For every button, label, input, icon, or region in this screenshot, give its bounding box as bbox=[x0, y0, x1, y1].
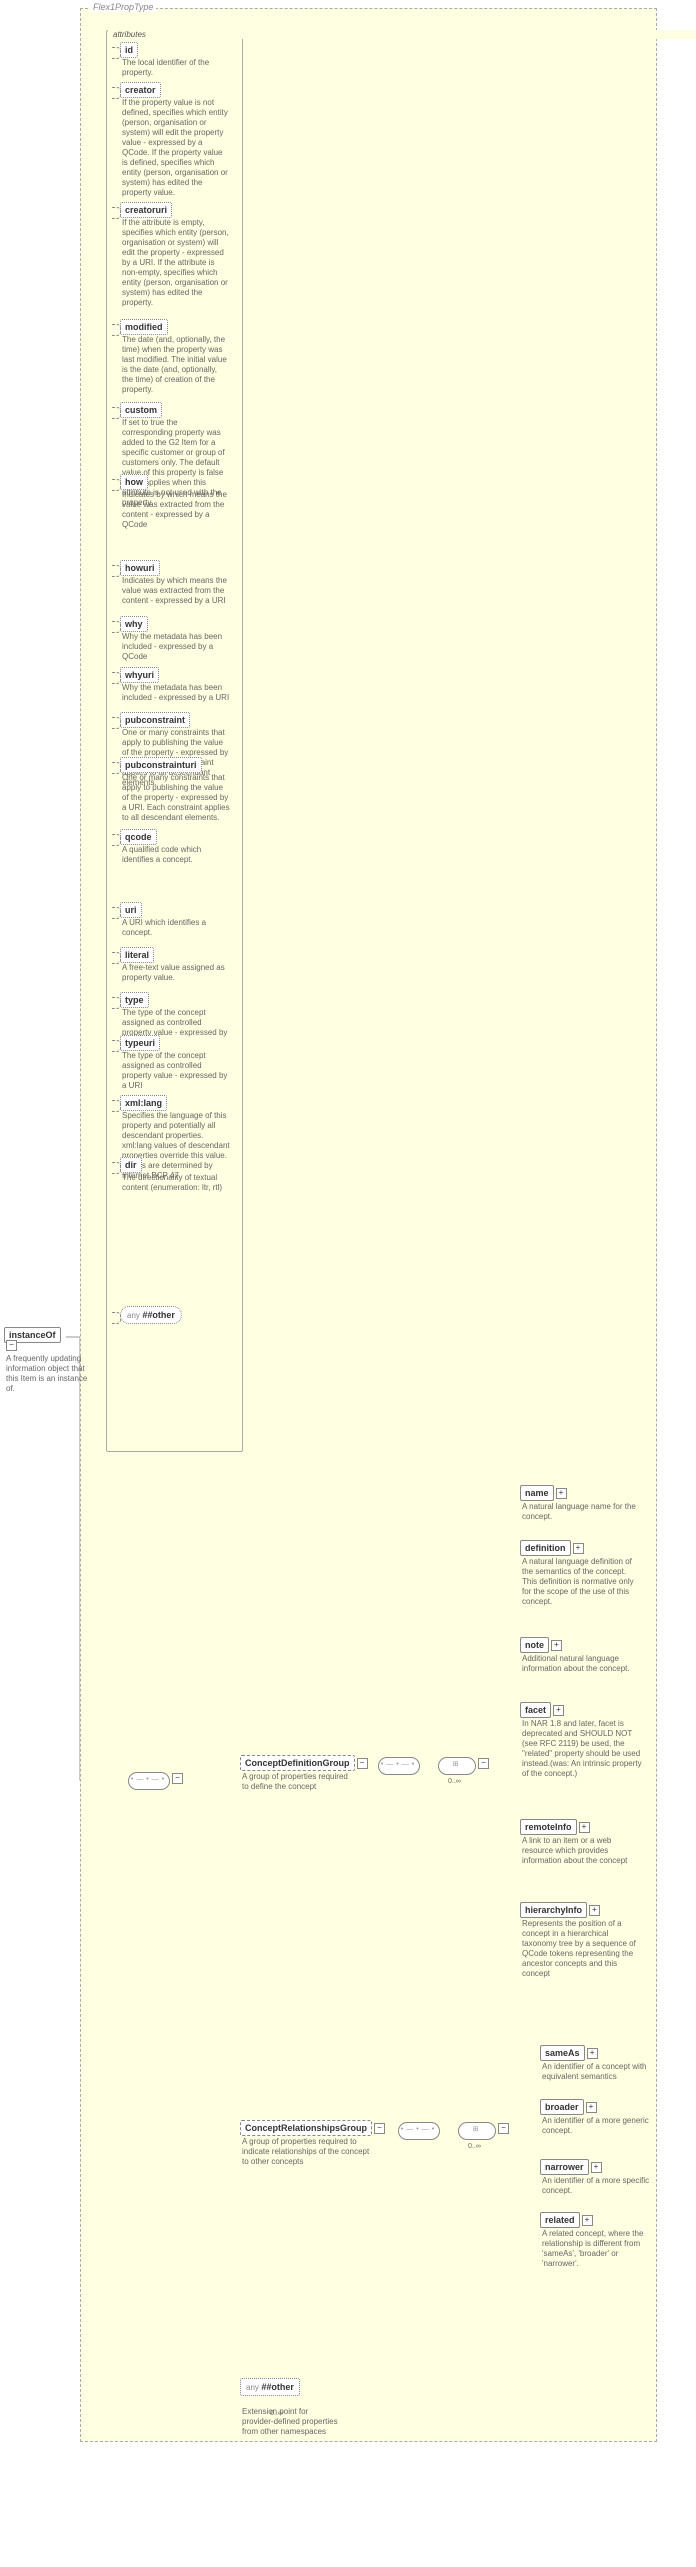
expand-icon[interactable]: − bbox=[357, 1758, 368, 1769]
expand-icon[interactable]: − bbox=[6, 1340, 17, 1351]
attr-connector bbox=[112, 997, 121, 1009]
attr-connector bbox=[112, 407, 121, 419]
attr-how[interactable]: howIndicates by which means the value wa… bbox=[120, 477, 232, 530]
attr-connector bbox=[112, 479, 121, 491]
element-name[interactable]: name+A natural language name for the con… bbox=[520, 1488, 650, 1522]
g2-inner-sequence[interactable]: •—•—• bbox=[398, 2122, 440, 2140]
attr-connector bbox=[112, 47, 121, 59]
attr-creator[interactable]: creatorIf the property value is not defi… bbox=[120, 85, 232, 198]
attr-uri[interactable]: uriA URI which identifies a concept. bbox=[120, 905, 232, 938]
attr-connector bbox=[112, 762, 121, 774]
element-broader[interactable]: broader+An identifier of a more generic … bbox=[540, 2102, 660, 2136]
attr-why[interactable]: whyWhy the metadata has been included - … bbox=[120, 619, 232, 662]
root-element[interactable]: instanceOf− A frequently updating inform… bbox=[4, 1330, 74, 1394]
attr-any-other[interactable]: any ##other bbox=[120, 1310, 182, 1320]
attr-connector bbox=[112, 87, 121, 99]
g2-choice[interactable]: ⊞− bbox=[458, 2122, 510, 2140]
attr-connector bbox=[112, 907, 121, 919]
expand-icon[interactable]: − bbox=[478, 1758, 489, 1769]
attr-connector bbox=[112, 1312, 121, 1324]
attr-howuri[interactable]: howuriIndicates by which means the value… bbox=[120, 563, 232, 606]
attr-creatoruri[interactable]: creatoruriIf the attribute is empty, spe… bbox=[120, 205, 232, 308]
main-sequence[interactable]: •—•—•− bbox=[128, 1772, 184, 1790]
element-sameAs[interactable]: sameAs+An identifier of a concept with e… bbox=[540, 2048, 660, 2082]
element-related[interactable]: related+A related concept, where the rel… bbox=[540, 2215, 660, 2269]
group-concept-relationships[interactable]: ConceptRelationshipsGroup− A group of pr… bbox=[240, 2123, 386, 2167]
group-concept-definition[interactable]: ConceptDefinitionGroup− A group of prope… bbox=[240, 1758, 369, 1792]
element-hierarchyInfo[interactable]: hierarchyInfo+Represents the position of… bbox=[520, 1905, 650, 1979]
attr-pubconstrainturi[interactable]: pubconstrainturiOne or many constraints … bbox=[120, 760, 232, 823]
attr-whyuri[interactable]: whyuriWhy the metadata has been included… bbox=[120, 670, 232, 703]
attr-connector bbox=[112, 1040, 121, 1052]
attr-connector bbox=[112, 952, 121, 964]
attr-connector bbox=[112, 621, 121, 633]
attr-connector bbox=[112, 565, 121, 577]
any-element[interactable]: any ##other 0..∞ Extension point for pro… bbox=[240, 2382, 344, 2437]
g2-card: 0..∞ bbox=[468, 2143, 481, 2150]
attr-connector bbox=[112, 672, 121, 684]
g1-card: 0..∞ bbox=[448, 1778, 461, 1785]
attributes-header: attributes bbox=[108, 30, 696, 39]
attr-qcode[interactable]: qcodeA qualified code which identifies a… bbox=[120, 832, 232, 865]
attr-connector bbox=[112, 717, 121, 729]
type-label: Flex1PropType bbox=[90, 2, 156, 12]
attr-connector bbox=[112, 207, 121, 219]
element-remoteInfo[interactable]: remoteInfo+A link to an item or a web re… bbox=[520, 1822, 650, 1866]
element-note[interactable]: note+Additional natural language informa… bbox=[520, 1640, 650, 1674]
g1-inner-sequence[interactable]: •—•—• bbox=[378, 1757, 420, 1775]
attr-modified[interactable]: modifiedThe date (and, optionally, the t… bbox=[120, 322, 232, 395]
attr-literal[interactable]: literalA free-text value assigned as pro… bbox=[120, 950, 232, 983]
attr-connector bbox=[112, 1162, 121, 1174]
attr-connector bbox=[112, 1100, 121, 1112]
element-definition[interactable]: definition+A natural language definition… bbox=[520, 1543, 650, 1607]
element-facet[interactable]: facet+In NAR 1.8 and later, facet is dep… bbox=[520, 1705, 650, 1779]
attr-id[interactable]: idThe local identifier of the property. bbox=[120, 45, 232, 78]
element-narrower[interactable]: narrower+An identifier of a more specifi… bbox=[540, 2162, 660, 2196]
expand-icon[interactable]: − bbox=[172, 1773, 183, 1784]
g1-choice[interactable]: ⊞− bbox=[438, 1757, 490, 1775]
expand-icon[interactable]: − bbox=[498, 2123, 509, 2134]
attr-typeuri[interactable]: typeuriThe type of the concept assigned … bbox=[120, 1038, 232, 1091]
expand-icon[interactable]: − bbox=[374, 2123, 385, 2134]
attr-connector bbox=[112, 834, 121, 846]
attr-dir[interactable]: dirThe directionality of textual content… bbox=[120, 1160, 232, 1193]
attr-connector bbox=[112, 324, 121, 336]
